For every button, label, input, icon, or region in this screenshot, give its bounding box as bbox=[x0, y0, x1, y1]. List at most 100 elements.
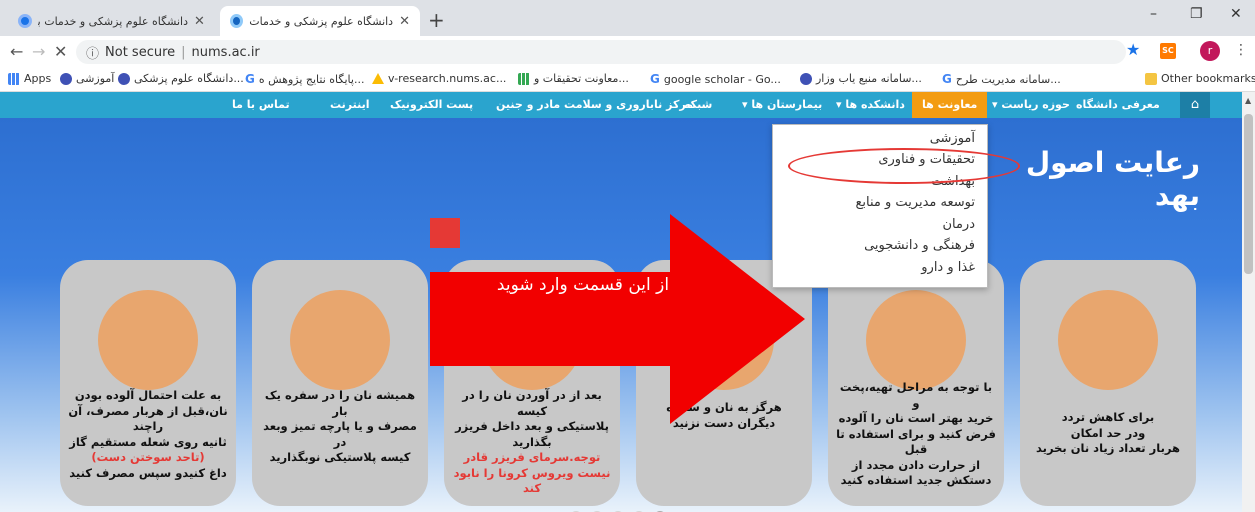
annotation-arrow-icon bbox=[430, 214, 805, 424]
scroll-thumb[interactable] bbox=[1244, 114, 1253, 274]
bookmark-label: سامانه منبع یاب وزار... bbox=[816, 72, 922, 85]
bookmark-star-icon[interactable]: ★ bbox=[1126, 40, 1140, 59]
menu-item-food-drug[interactable]: غذا و دارو bbox=[921, 260, 975, 275]
nav-deputies[interactable]: معاونت ها bbox=[912, 92, 988, 118]
url-separator: | bbox=[181, 44, 186, 60]
menu-item-treatment[interactable]: درمان bbox=[942, 217, 975, 232]
caption-line: همیشه نان را در سفره یک بار bbox=[264, 388, 416, 418]
nav-presidency[interactable]: حوزه ریاست ▾ bbox=[992, 92, 1070, 118]
back-arrow-icon[interactable]: ← bbox=[10, 42, 23, 61]
google-icon: G bbox=[650, 72, 660, 86]
bookmark-item[interactable]: G پایگاه نتایج پژوهش ه... bbox=[245, 72, 364, 86]
caption-line: داغ کنیدو سپس مصرف کنید bbox=[69, 465, 227, 480]
bookmark-label: v-research.nums.ac... bbox=[388, 72, 507, 85]
bookmark-other[interactable]: Other bookmarks bbox=[1145, 72, 1255, 85]
caption-line: فرض کنید و برای استفاده تا قبل bbox=[836, 426, 996, 457]
bookmark-label: google scholar - Go... bbox=[663, 72, 781, 86]
menu-item-education[interactable]: آموزشی bbox=[930, 131, 975, 146]
info-icon[interactable]: ⓘ bbox=[86, 43, 99, 62]
extension-sc-icon[interactable]: SC bbox=[1160, 43, 1176, 59]
flatbread-illustration bbox=[1058, 290, 1158, 390]
site-favicon-icon bbox=[230, 14, 244, 28]
close-tab-icon[interactable]: ✕ bbox=[194, 14, 205, 29]
web-page: ⌂ معرفی دانشگاه حوزه ریاست ▾ معاونت ها د… bbox=[0, 92, 1242, 512]
site-icon bbox=[118, 72, 130, 85]
info-card: برای کاهش تردد ودر حد امکان هربار تعداد … bbox=[1020, 260, 1196, 506]
stop-icon[interactable]: ✕ bbox=[54, 42, 67, 61]
card-caption: برای کاهش تردد ودر حد امکان هربار تعداد … bbox=[1028, 410, 1188, 457]
close-tab-icon[interactable]: ✕ bbox=[399, 14, 410, 29]
card-caption: با توجه به مراحل تهیه،پخت و خرید بهتر اس… bbox=[836, 380, 996, 489]
new-tab-button[interactable]: + bbox=[428, 8, 445, 32]
bookmark-label: معاونت تحقیقات و... bbox=[534, 72, 629, 85]
bookmark-item[interactable]: دانشگاه علوم پزشکی... bbox=[118, 72, 244, 85]
home-icon[interactable]: ⌂ bbox=[1180, 92, 1210, 118]
nav-faculties[interactable]: دانشکده ها ▾ bbox=[836, 92, 905, 118]
google-icon: G bbox=[942, 72, 952, 86]
drive-icon bbox=[372, 73, 384, 84]
bookmark-item[interactable]: آموزشی bbox=[60, 72, 114, 85]
bookmark-item[interactable]: سامانه منبع یاب وزار... bbox=[800, 72, 922, 85]
address-bar: ← → ✕ ⓘ Not secure | nums.ac.ir bbox=[0, 36, 1255, 66]
browser-tab-active[interactable]: دانشگاه علوم پزشکی و خدمات بهدا ✕ bbox=[220, 6, 420, 36]
caption-line: برای کاهش تردد bbox=[1061, 410, 1155, 424]
forward-arrow-icon[interactable]: → bbox=[32, 42, 45, 61]
url-field[interactable]: ⓘ Not secure | nums.ac.ir bbox=[76, 40, 1126, 64]
nav-infertility-center[interactable]: مرکز ناباروری و سلامت مادر و جنین bbox=[496, 92, 693, 118]
browser-tab[interactable]: دانشگاه علوم پزشکی و خدمات بهدا ✕ bbox=[8, 6, 218, 36]
nav-intro[interactable]: معرفی دانشگاه bbox=[1076, 92, 1160, 118]
hero-title: رعایت اصول بهد bbox=[1025, 146, 1200, 212]
minimize-button[interactable]: – bbox=[1150, 6, 1157, 22]
nav-email[interactable]: پست الکترونیک bbox=[390, 92, 473, 118]
caption-line: کیسه پلاستیکی نوبگذارید bbox=[269, 450, 411, 465]
google-icon: G bbox=[245, 72, 255, 86]
bookmark-item[interactable]: v-research.nums.ac... bbox=[372, 72, 506, 85]
bookmark-label: دانشگاه علوم پزشکی... bbox=[134, 72, 244, 85]
caption-line: ودر حد امکان bbox=[1070, 425, 1146, 440]
menu-item-management[interactable]: توسعه مدیریت و منابع bbox=[856, 195, 976, 210]
caption-line: نان،قبل از هربار مصرف، آن راچند bbox=[68, 403, 228, 434]
menu-kebab-icon[interactable]: ⋮ bbox=[1234, 42, 1248, 58]
caption-line: با توجه به مراحل تهیه،پخت و bbox=[839, 380, 993, 410]
caption-line: خرید بهتر است نان را آلوده bbox=[838, 411, 994, 426]
gloves-illustration bbox=[866, 290, 966, 390]
annotation-text: از این قسمت وارد شوید bbox=[496, 275, 670, 295]
bookmark-item[interactable]: G google scholar - Go... bbox=[650, 72, 781, 86]
folder-icon bbox=[1145, 72, 1157, 85]
nav-contact[interactable]: تماس با ما bbox=[232, 92, 290, 118]
plastic-bag-illustration bbox=[290, 290, 390, 390]
caption-line: به علت احتمال آلوده بودن bbox=[74, 388, 222, 402]
nav-internet[interactable]: اینترنت bbox=[330, 92, 370, 118]
highlight-ellipse bbox=[788, 148, 1020, 184]
browser-tab-strip: دانشگاه علوم پزشکی و خدمات بهدا ✕ دانشگا… bbox=[0, 0, 1255, 36]
bookmark-apps[interactable]: Apps bbox=[8, 72, 51, 85]
bookmark-label: آموزشی bbox=[76, 72, 115, 85]
restore-button[interactable]: ❐ bbox=[1190, 6, 1203, 22]
menu-item-cultural[interactable]: فرهنگی و دانشجویی bbox=[864, 238, 975, 253]
caption-line: بگذارید bbox=[512, 434, 552, 449]
info-card: با توجه به مراحل تهیه،پخت و خرید بهتر اس… bbox=[828, 260, 1004, 506]
bookmark-label: Other bookmarks bbox=[1161, 72, 1255, 85]
apps-grid-icon bbox=[8, 72, 20, 85]
caption-line: دستکش جدید استفاده کنید bbox=[840, 473, 992, 488]
site-icon bbox=[800, 72, 812, 85]
tab-title: دانشگاه علوم پزشکی و خدمات بهدا bbox=[38, 14, 188, 28]
close-window-button[interactable]: ✕ bbox=[1230, 6, 1242, 22]
arrow-shape bbox=[430, 214, 805, 424]
info-card: به علت احتمال آلوده بودن نان،قبل از هربا… bbox=[60, 260, 236, 506]
page-scrollbar[interactable]: ▲ bbox=[1242, 92, 1255, 512]
caption-warning: (تاحد سوختن دست) bbox=[91, 450, 205, 465]
bookmark-item[interactable]: G سامانه مدیریت طرح... bbox=[942, 72, 1061, 86]
info-card: همیشه نان را در سفره یک بار مصرف و یا پا… bbox=[252, 260, 428, 506]
nav-hospitals[interactable]: بیمارستان ها ▾ bbox=[742, 92, 822, 118]
caption-line: ثانیه روی شعله مستقیم گاز bbox=[69, 434, 227, 449]
site-icon bbox=[60, 72, 72, 85]
site-nav-bar: ⌂ معرفی دانشگاه حوزه ریاست ▾ معاونت ها د… bbox=[0, 92, 1242, 118]
profile-avatar[interactable]: r bbox=[1200, 41, 1220, 61]
card-caption: همیشه نان را در سفره یک بار مصرف و یا پا… bbox=[260, 388, 420, 466]
scroll-up-icon[interactable]: ▲ bbox=[1245, 96, 1251, 105]
bookmark-item[interactable]: معاونت تحقیقات و... bbox=[518, 72, 629, 85]
site-favicon-icon bbox=[18, 14, 32, 28]
caption-line: هربار تعداد زیاد نان بخرید bbox=[1035, 441, 1181, 456]
hero-slider: رعایت اصول بهد ‹ › به علت احتمال آلوده ب… bbox=[0, 118, 1242, 512]
